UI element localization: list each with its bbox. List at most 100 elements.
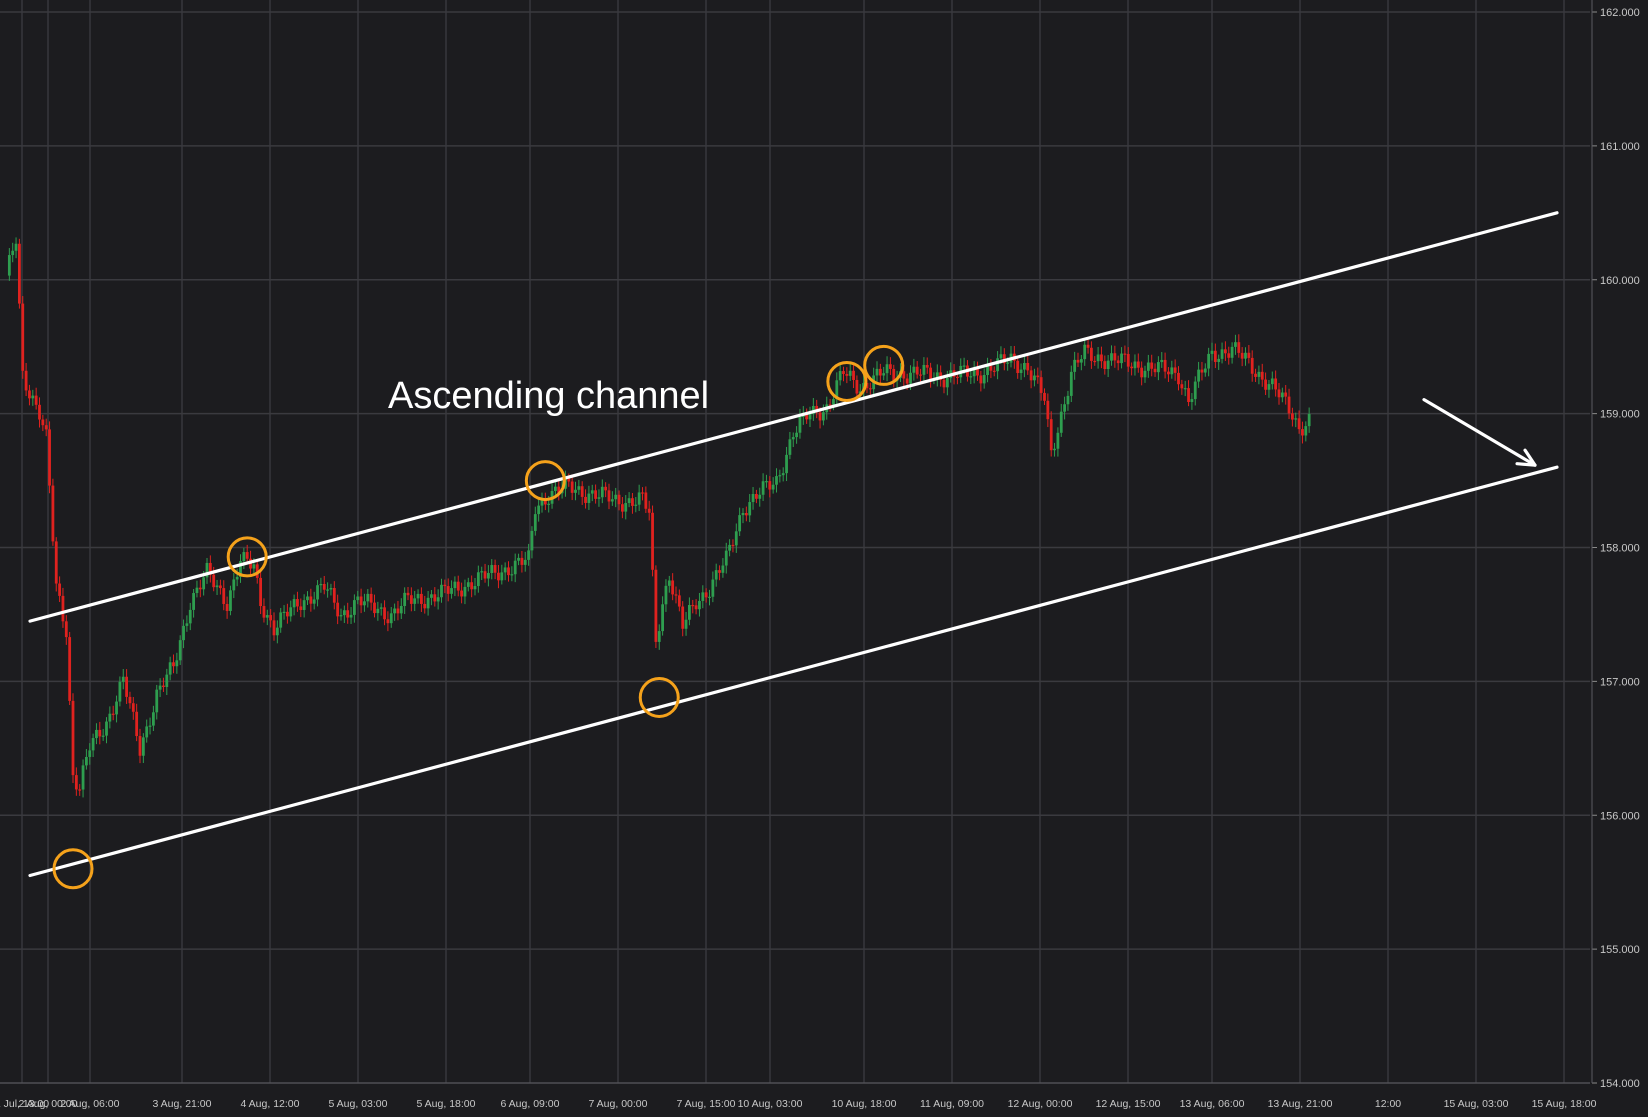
candle-body: [604, 486, 608, 491]
candle-body: [292, 599, 296, 608]
candle-body: [497, 572, 500, 581]
candle-body: [909, 372, 912, 384]
candle-body: [296, 599, 299, 607]
x-tick-label: 12:00: [1375, 1098, 1401, 1110]
candle-body: [882, 373, 886, 376]
candle-body: [1049, 419, 1053, 451]
candle-body: [329, 588, 333, 590]
candle-body: [1291, 413, 1294, 420]
candle-body: [580, 486, 584, 497]
candle-body: [1287, 396, 1291, 414]
candle-body: [788, 439, 792, 455]
candle-body: [235, 576, 239, 580]
candle-body: [738, 515, 742, 532]
candle-body: [818, 412, 822, 421]
candle-body: [1177, 372, 1180, 385]
candle-body: [1187, 388, 1190, 403]
candle-body: [627, 498, 631, 504]
candle-body: [1170, 367, 1174, 375]
candle-body: [168, 662, 172, 675]
candle-body: [312, 599, 316, 604]
candle-body: [929, 367, 932, 380]
candle-body: [416, 593, 420, 599]
candle-body: [366, 593, 370, 602]
candle-body: [1153, 368, 1157, 373]
candle-body: [969, 376, 973, 378]
candle-body: [500, 572, 504, 581]
candle-body: [1160, 359, 1164, 363]
candle-body: [51, 485, 55, 542]
candle-body: [1053, 448, 1056, 451]
candle-body: [768, 481, 772, 490]
candle-body: [1227, 353, 1231, 358]
candle-body: [44, 425, 48, 430]
candle-body: [1100, 354, 1103, 362]
candle-body: [145, 726, 149, 738]
candle-body: [1113, 353, 1117, 361]
candle-body: [259, 577, 262, 607]
candle-body: [101, 735, 105, 737]
candle-body: [162, 685, 165, 687]
candle-body: [661, 604, 664, 632]
candle-body: [487, 573, 490, 579]
y-tick-label: 159.000: [1600, 409, 1640, 421]
candle-body: [105, 721, 108, 736]
candle-body: [637, 492, 641, 505]
candle-body: [1029, 370, 1033, 381]
candle-body: [845, 373, 849, 376]
candle-body: [232, 579, 236, 591]
candle-body: [430, 594, 433, 598]
candle-body: [577, 486, 581, 490]
candle-body: [912, 366, 916, 373]
candle-body: [339, 615, 343, 617]
candle-body: [1307, 413, 1311, 427]
candle-body: [721, 565, 725, 573]
x-tick-label: 12 Aug, 15:00: [1096, 1098, 1161, 1110]
candle-body: [657, 631, 661, 642]
candle-body: [229, 590, 232, 611]
candle-body: [1180, 384, 1184, 389]
candle-body: [889, 364, 892, 369]
candle-body: [641, 492, 644, 494]
candle-body: [1277, 389, 1281, 398]
candle-body: [463, 586, 467, 597]
candle-body: [262, 606, 266, 618]
candle-body: [701, 592, 705, 601]
candle-body: [1016, 360, 1020, 374]
candle-body: [956, 376, 959, 379]
x-tick-label: 10 Aug, 03:00: [738, 1098, 803, 1110]
candle-body: [1096, 354, 1100, 362]
candle-body: [708, 596, 711, 598]
candle-body: [1143, 370, 1147, 378]
candle-body: [878, 368, 882, 376]
candle-body: [309, 596, 313, 604]
candle-body: [1230, 346, 1234, 358]
candle-body: [614, 494, 618, 500]
candle-body: [1220, 349, 1224, 359]
candle-body: [785, 454, 788, 474]
candle-body: [677, 595, 681, 607]
candle-body: [18, 243, 21, 304]
candle-body: [54, 541, 58, 584]
candle-body: [842, 371, 845, 374]
candle-body: [590, 490, 594, 494]
candle-body: [1043, 392, 1046, 401]
candle-body: [1133, 361, 1137, 369]
candle-body: [1076, 359, 1080, 363]
candle-body: [446, 586, 450, 594]
candle-body: [28, 390, 31, 399]
candle-body: [386, 619, 390, 624]
candle-body: [587, 493, 591, 503]
candle-body: [1301, 429, 1304, 436]
candle-body: [21, 303, 25, 371]
candle-body: [1046, 400, 1050, 420]
candle-body: [704, 592, 708, 598]
candle-body: [1079, 359, 1083, 363]
candle-body: [925, 364, 929, 368]
candle-body: [711, 579, 715, 597]
candle-body: [326, 589, 329, 591]
candle-body: [503, 567, 507, 573]
candle-body: [182, 625, 185, 641]
candle-body: [755, 493, 758, 499]
candle-body: [353, 600, 356, 615]
